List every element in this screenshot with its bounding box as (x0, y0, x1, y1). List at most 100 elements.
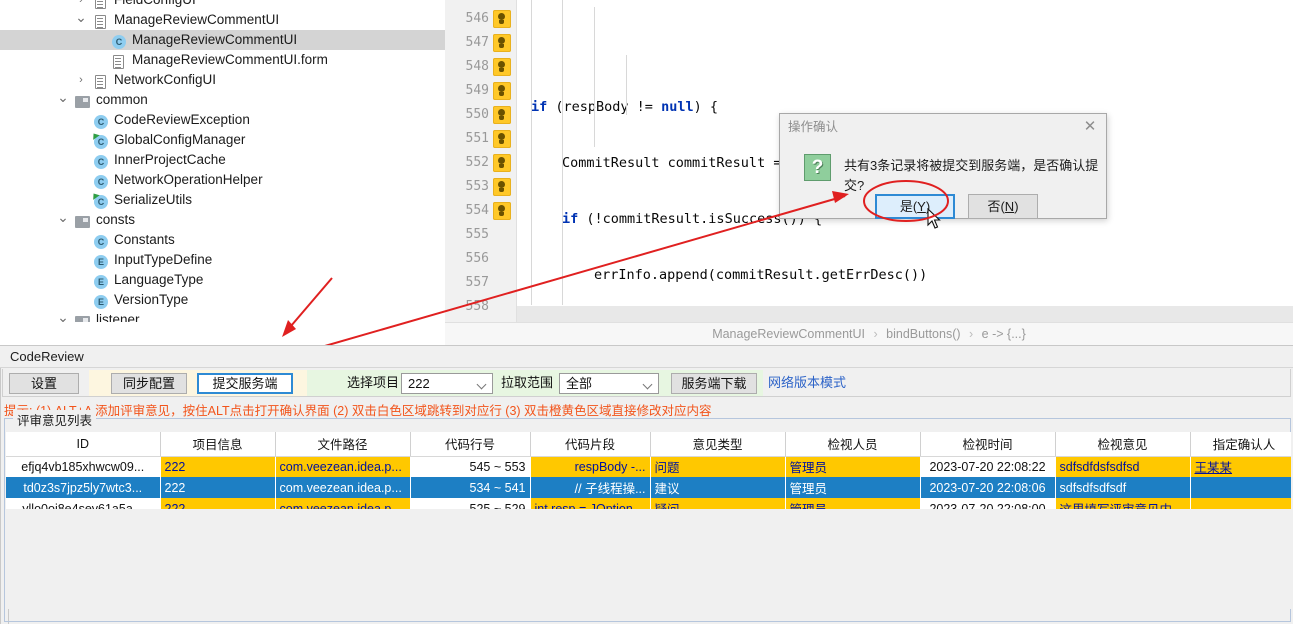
table-cell[interactable]: 管理员 (785, 477, 921, 498)
project-select[interactable]: 222 (401, 373, 493, 394)
table-column-header[interactable]: 项目信息 (160, 432, 276, 457)
chevron-down-icon[interactable]: ⌄ (75, 7, 87, 27)
table-cell[interactable]: com.veezean.idea.p... (275, 477, 411, 498)
chevron-down-icon[interactable]: ⌄ (57, 87, 69, 107)
gutter-line[interactable]: 556 (445, 247, 517, 271)
table-cell[interactable]: efjq4vb185xhwcw09... (6, 456, 161, 477)
gutter-line[interactable]: 545 (445, 0, 517, 7)
table-cell[interactable] (1190, 477, 1291, 498)
table-cell[interactable]: 问题 (650, 456, 786, 477)
table-cell[interactable]: sdfsdfdsfsdfsd (1055, 456, 1191, 477)
table-column-header[interactable]: 检视人员 (785, 432, 921, 457)
table-cell[interactable]: sdfsdfsdfsdf (1055, 477, 1191, 498)
chevron-right-icon[interactable]: › (75, 70, 87, 90)
gutter-line[interactable]: 552 (445, 151, 517, 175)
table-cell[interactable]: 王某某 (1190, 456, 1291, 477)
lightbulb-icon[interactable] (493, 130, 511, 148)
table-cell[interactable]: 545 ~ 553 (410, 456, 531, 477)
line-number: 545 (466, 0, 489, 7)
table-cell[interactable]: respBody -... (530, 456, 651, 477)
project-tree-panel[interactable]: ›FieldConfigUI⌄ManageReviewCommentUICMan… (0, 0, 445, 322)
tree-item[interactable]: ⌄ consts (0, 207, 445, 230)
gutter-line[interactable]: 548 (445, 55, 517, 79)
lightbulb-icon[interactable] (493, 82, 511, 100)
editor-gutter[interactable]: 545 546 547 548 549 550 551 552 553 554 555 556 557 5… (445, 0, 517, 322)
table-cell[interactable]: 2023-07-20 22:08:06 (920, 477, 1056, 498)
table-column-header[interactable]: 检视时间 (920, 432, 1056, 457)
tree-item[interactable]: C GlobalConfigManager (0, 130, 445, 150)
gutter-line[interactable]: 558 (445, 295, 517, 319)
table-column-header[interactable]: 检视意见 (1055, 432, 1191, 457)
tree-item-label: VersionType (114, 292, 189, 307)
network-mode-link[interactable]: 网络版本模式 (768, 373, 846, 392)
tree-item[interactable]: E InputTypeDefine (0, 250, 445, 270)
submit-to-server-button[interactable]: 提交服务端 (197, 373, 293, 394)
tree-item[interactable]: ⌄ ManageReviewCommentUI (0, 7, 445, 30)
lightbulb-icon[interactable] (493, 10, 511, 28)
gutter-line[interactable]: 554 (445, 199, 517, 223)
tree-item[interactable]: ⌄ common (0, 87, 445, 110)
class-badge: C (94, 175, 108, 189)
lightbulb-icon[interactable] (493, 202, 511, 220)
gutter-line[interactable]: 551 (445, 127, 517, 151)
table-cell[interactable]: 建议 (650, 477, 786, 498)
table-column-header[interactable]: 文件路径 (275, 432, 411, 457)
table-column-header[interactable]: 指定确认人 (1190, 432, 1291, 457)
table-row[interactable]: efjq4vb185xhwcw09... 222 com.veezean.idea.… (6, 456, 1291, 477)
table-row[interactable]: td0z3s7jpz5ly7wtc3... 222 com.veezean.idea… (6, 477, 1291, 498)
tree-item[interactable]: ⌄ listener (0, 307, 445, 322)
breadcrumb-separator: › (969, 327, 974, 341)
tree-item-label: ManageReviewCommentUI (114, 12, 280, 27)
table-column-header[interactable]: ID (6, 432, 161, 457)
chevron-down-icon[interactable]: ⌄ (57, 207, 69, 227)
lightbulb-icon[interactable] (493, 58, 511, 76)
range-select[interactable]: 全部 (559, 373, 659, 394)
table-column-header[interactable]: 代码片段 (530, 432, 651, 457)
breadcrumb[interactable]: ManageReviewCommentUI › bindButtons() › … (445, 322, 1293, 345)
table-cell[interactable]: 2023-07-20 22:08:22 (920, 456, 1056, 477)
table-cell[interactable]: td0z3s7jpz5ly7wtc3... (6, 477, 161, 498)
table-cell[interactable]: 222 (160, 477, 276, 498)
lightbulb-icon[interactable] (493, 178, 511, 196)
tree-item[interactable]: C Constants (0, 230, 445, 250)
table-cell[interactable]: 222 (160, 456, 276, 477)
dialog-yes-button[interactable]: 是(Y) (875, 194, 955, 219)
table-column-header[interactable]: 意见类型 (650, 432, 786, 457)
tree-item[interactable]: C NetworkOperationHelper (0, 170, 445, 190)
gutter-line[interactable]: 547 (445, 31, 517, 55)
tree-item[interactable]: C InnerProjectCache (0, 150, 445, 170)
lightbulb-icon[interactable] (493, 154, 511, 172)
table-cell[interactable]: com.veezean.idea.p... (275, 456, 411, 477)
tree-item[interactable]: C ManageReviewCommentUI (0, 30, 445, 50)
close-icon[interactable]: ✕ (1080, 117, 1100, 137)
gutter-line[interactable]: 550 (445, 103, 517, 127)
line-number: 549 (465, 83, 489, 98)
breadcrumb-item-method[interactable]: bindButtons() (886, 327, 960, 341)
tree-item[interactable]: C CodeReviewException (0, 110, 445, 130)
gutter-line[interactable]: 549 (445, 79, 517, 103)
tab-codereview[interactable]: CodeReview (0, 346, 1293, 368)
table-cell[interactable]: 管理员 (785, 456, 921, 477)
gutter-line[interactable]: 546 (445, 7, 517, 31)
sync-config-button[interactable]: 同步配置 (111, 373, 187, 394)
settings-button[interactable]: 设置 (9, 373, 79, 394)
review-comment-table[interactable]: ID 项目信息 文件路径 代码行号 代码片段 意见类型 检视人员 检视时间 检视意见 指定确认人 … (6, 432, 1291, 519)
table-column-header[interactable]: 代码行号 (410, 432, 531, 457)
dialog-no-button[interactable]: 否(N) (968, 194, 1038, 219)
tree-item-label: InnerProjectCache (114, 152, 226, 167)
breadcrumb-item-lambda[interactable]: e -> {...} (982, 327, 1026, 341)
table-cell[interactable]: 534 ~ 541 (410, 477, 531, 498)
class-badge: C (112, 35, 126, 49)
tree-item[interactable]: ManageReviewCommentUI.form (0, 50, 445, 70)
lightbulb-icon[interactable] (493, 34, 511, 52)
gutter-line[interactable]: 553 (445, 175, 517, 199)
chevron-down-icon[interactable]: ⌄ (57, 307, 69, 322)
gutter-line[interactable]: 557 (445, 271, 517, 295)
breadcrumb-item-class[interactable]: ManageReviewCommentUI (712, 327, 865, 341)
gutter-line[interactable]: 555 (445, 223, 517, 247)
tree-item[interactable]: ›FieldConfigUI (0, 0, 445, 10)
server-download-button[interactable]: 服务端下载 (671, 373, 757, 394)
tree-item[interactable]: E LanguageType (0, 270, 445, 290)
lightbulb-icon[interactable] (493, 106, 511, 124)
table-cell[interactable]: // 子线程操... (530, 477, 651, 498)
